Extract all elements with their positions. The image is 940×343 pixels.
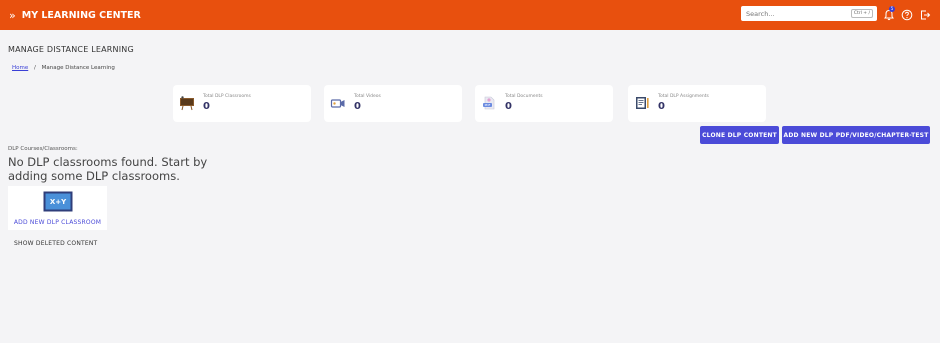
classroom-board-icon (180, 96, 194, 111)
stat-card-classrooms: Total DLP Classrooms 0 (173, 85, 311, 122)
add-new-dlp-content-button[interactable]: ADD NEW DLP PDF/VIDEO/CHAPTER-TEST (782, 126, 930, 144)
stat-value: 0 (354, 101, 361, 112)
menu-chevron-icon[interactable]: » (9, 9, 16, 22)
add-new-dlp-classroom-label[interactable]: ADD NEW DLP CLASSROOM (8, 219, 107, 226)
logout-icon[interactable] (919, 9, 931, 21)
stat-label: Total Videos (354, 94, 381, 99)
add-new-dlp-classroom-card[interactable]: X+Y ADD NEW DLP CLASSROOM (8, 186, 107, 230)
breadcrumb: Home / Manage Distance Learning (12, 65, 115, 71)
assignment-book-icon (636, 97, 649, 109)
video-camera-icon (330, 99, 345, 108)
page-title: MANAGE DISTANCE LEARNING (8, 45, 134, 54)
help-icon[interactable] (901, 9, 913, 21)
search-input[interactable] (741, 9, 851, 18)
stat-value: 0 (203, 101, 210, 112)
stat-label: Total DLP Classrooms (203, 94, 251, 99)
stat-card-videos: Total Videos 0 (324, 85, 462, 122)
breadcrumb-separator: / (34, 65, 36, 71)
stat-value: 0 (658, 101, 665, 112)
math-board-icon: X+Y (43, 191, 73, 212)
search-box[interactable]: Ctrl + / (741, 6, 877, 21)
stat-label: Total DLP Assignments (658, 94, 709, 99)
empty-state-message: No DLP classrooms found. Start by adding… (8, 155, 208, 183)
show-deleted-content-link[interactable]: SHOW DELETED CONTENT (14, 240, 97, 247)
breadcrumb-home-link[interactable]: Home (12, 65, 28, 71)
stat-value: 0 (505, 101, 512, 112)
app-title[interactable]: MY LEARNING CENTER (22, 10, 141, 21)
section-label: DLP Courses/Classrooms: (8, 146, 78, 152)
board-text: X+Y (50, 198, 67, 206)
svg-text:PDF: PDF (485, 103, 491, 107)
stat-card-assignments: Total DLP Assignments 0 (628, 85, 766, 122)
pdf-document-icon: PDF (483, 96, 495, 110)
stat-card-documents: PDF Total Documents 0 (475, 85, 613, 122)
stat-label: Total Documents (505, 94, 543, 99)
search-shortcut-hint: Ctrl + / (850, 9, 873, 18)
clone-dlp-content-button[interactable]: CLONE DLP CONTENT (700, 126, 779, 144)
breadcrumb-current: Manage Distance Learning (41, 65, 115, 71)
notification-badge: 5 (889, 6, 895, 12)
